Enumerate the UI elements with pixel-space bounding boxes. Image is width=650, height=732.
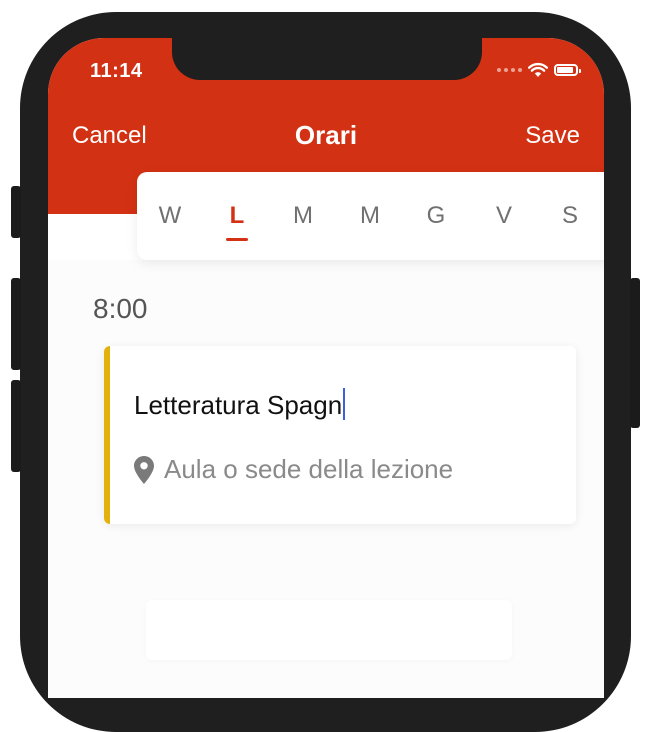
side-button-power (630, 278, 640, 428)
side-button-volume-down (11, 380, 21, 472)
day-tab-s[interactable]: S (553, 202, 587, 230)
time-slot-label: 8:00 (93, 293, 148, 324)
side-button-mute (11, 186, 21, 238)
day-tab-g[interactable]: G (419, 202, 453, 230)
day-tab-m-2[interactable]: M (353, 202, 387, 230)
location-row (134, 454, 544, 485)
day-tab-l[interactable]: L (220, 202, 254, 230)
lesson-title-field[interactable]: Letteratura Spagn (134, 388, 346, 421)
day-tab-m-1[interactable]: M (286, 202, 320, 230)
lesson-title-text: Letteratura Spagn (134, 390, 343, 420)
lesson-color-bar (104, 346, 110, 524)
status-icons (497, 62, 581, 78)
signal-icon (497, 68, 522, 72)
notch (172, 38, 482, 80)
page-title: Orari (294, 120, 358, 150)
location-pin-icon (134, 455, 154, 484)
location-input[interactable] (164, 454, 544, 485)
lesson-card[interactable]: Letteratura Spagn (104, 346, 576, 524)
day-tab-w[interactable]: W (153, 202, 187, 230)
placeholder-card (146, 600, 512, 660)
save-button[interactable]: Save (525, 122, 580, 150)
status-time: 11:14 (90, 60, 143, 82)
app-screen: 11:14 Cancel Orari Save W L M M G V S 8:… (48, 38, 604, 698)
text-cursor (343, 388, 346, 420)
side-button-volume-up (11, 278, 21, 370)
wifi-icon (528, 62, 548, 77)
active-day-indicator (226, 238, 248, 241)
day-tab-v[interactable]: V (487, 202, 521, 230)
day-selector: W L M M G V S (137, 172, 604, 260)
battery-icon (554, 64, 581, 76)
